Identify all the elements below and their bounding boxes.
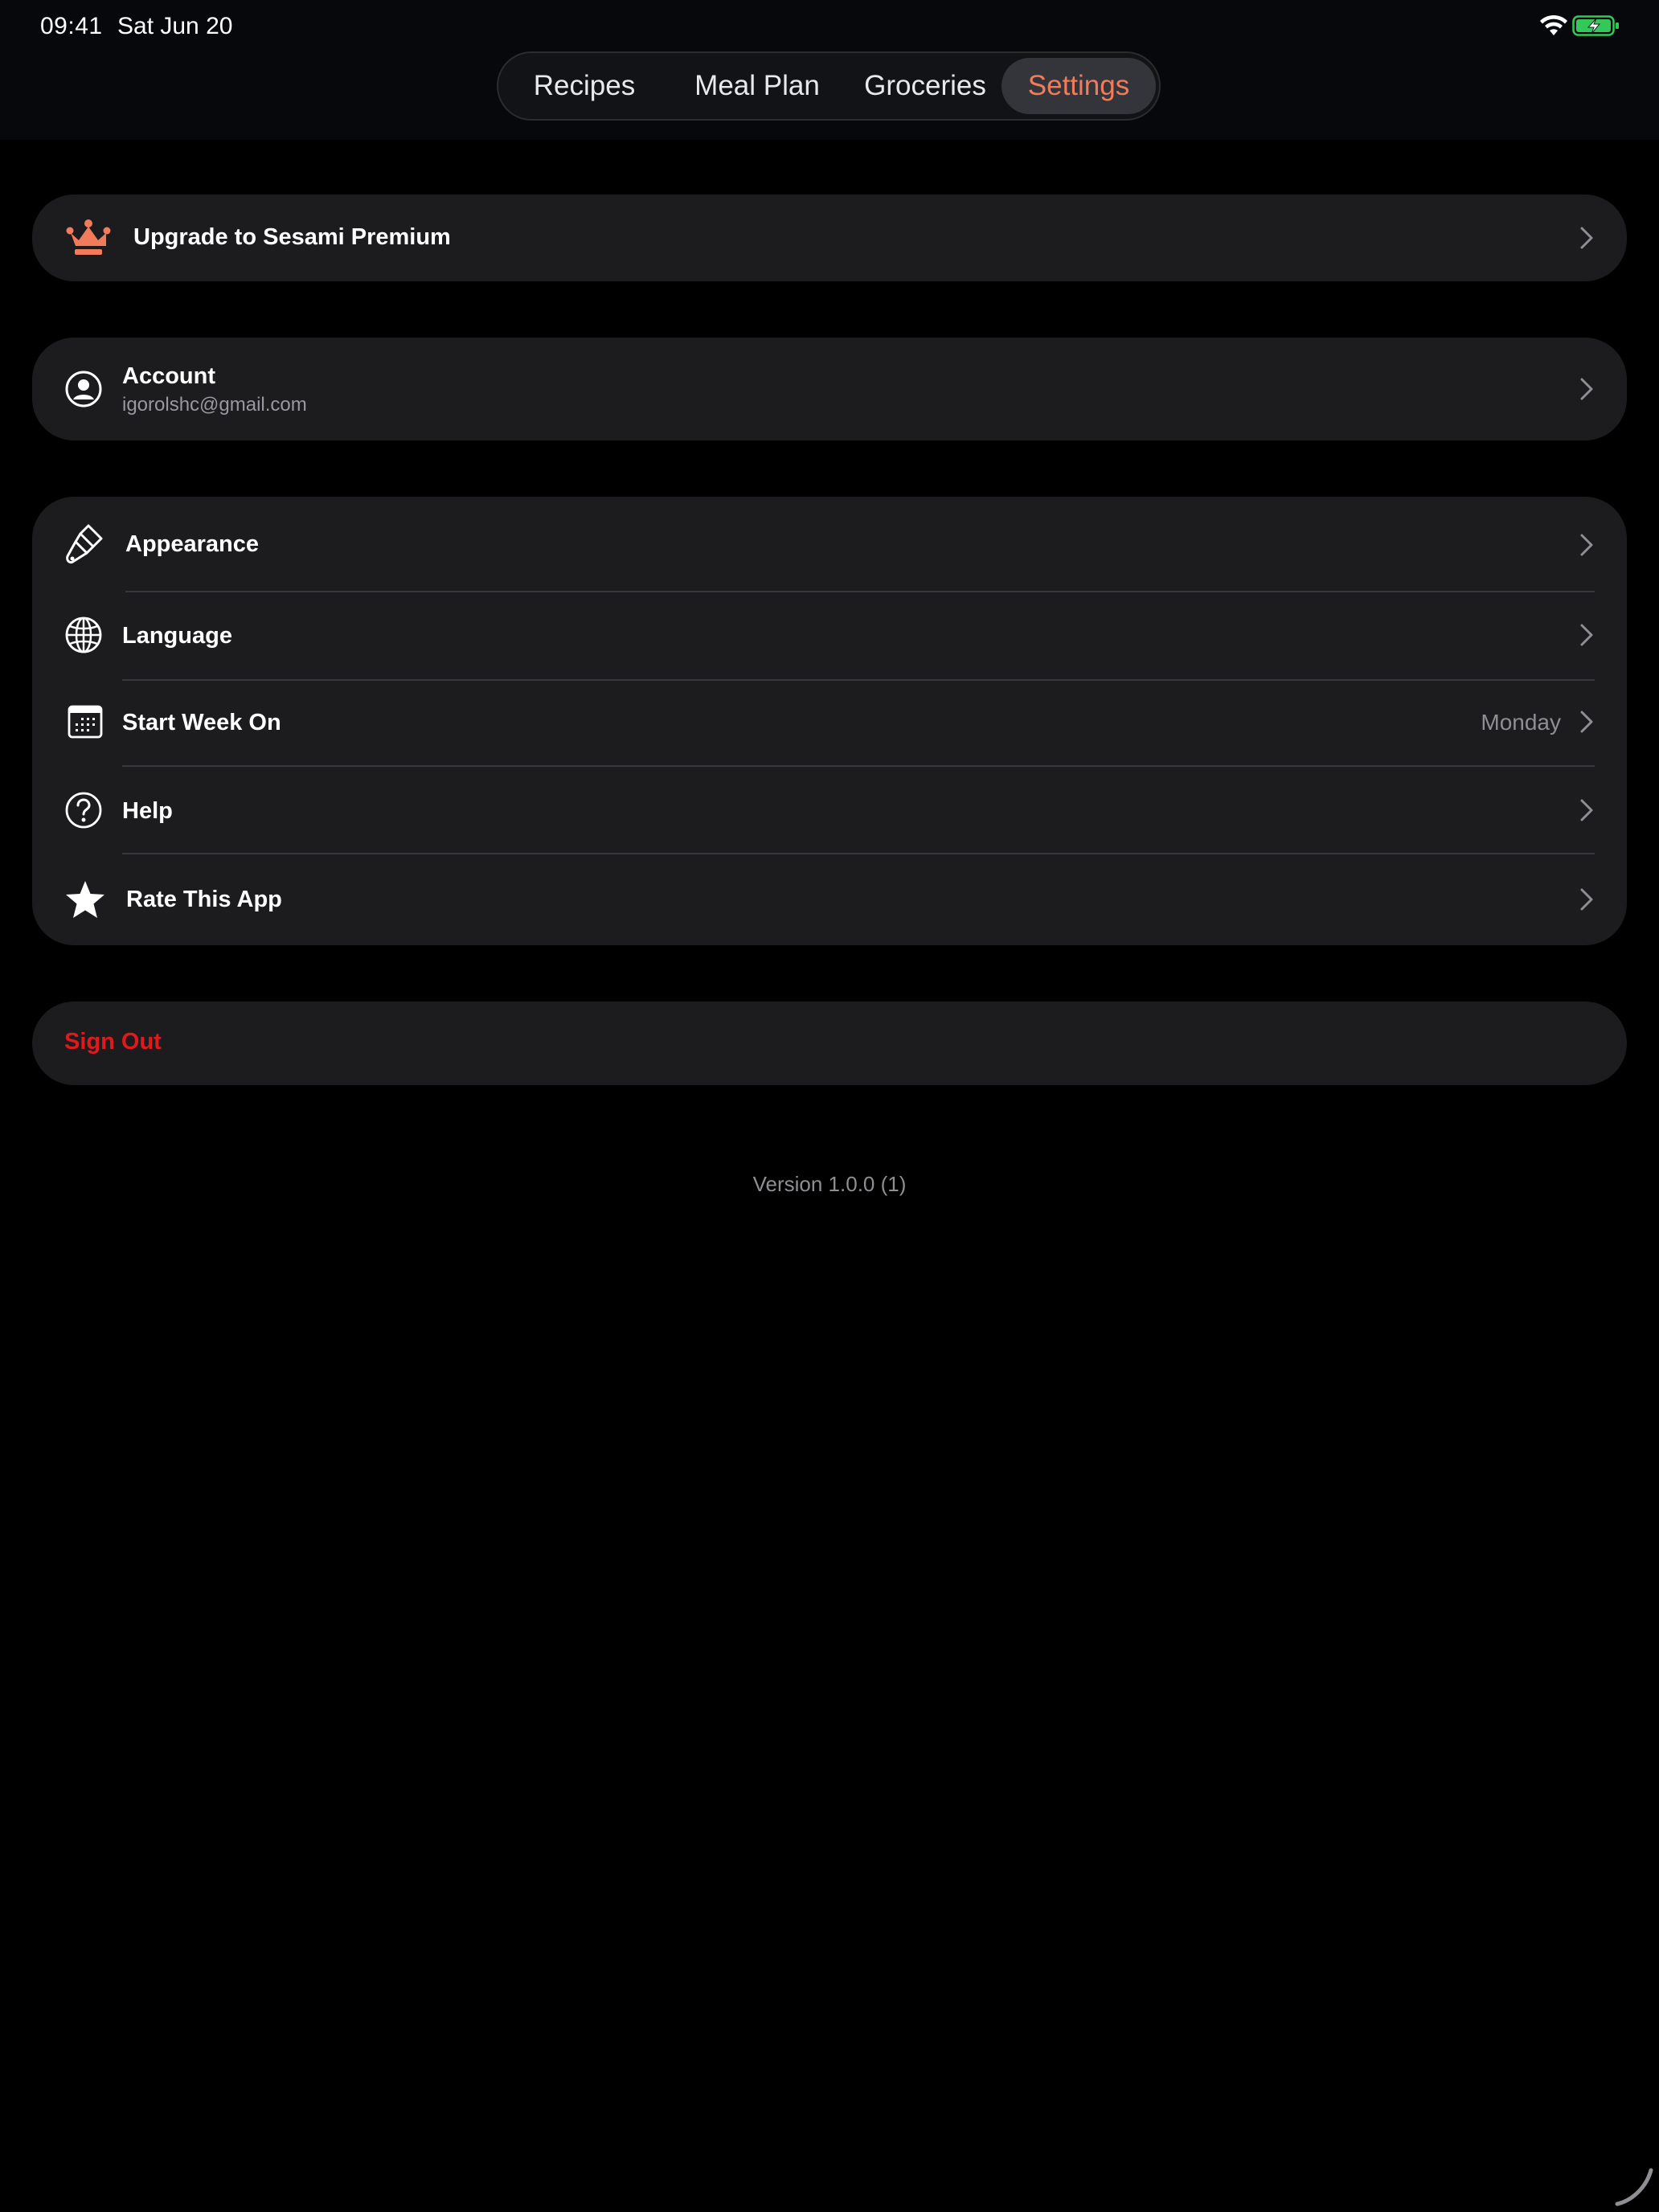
premium-card[interactable]: Upgrade to Sesami Premium — [32, 195, 1627, 281]
settings-item-rate-this-app[interactable]: Rate This App — [32, 854, 1627, 945]
tab-meal-plan[interactable]: Meal Plan — [677, 58, 838, 114]
battery-charging-icon — [1572, 15, 1619, 36]
settings-item-language[interactable]: Language — [32, 592, 1627, 678]
chevron-right-icon — [1580, 888, 1593, 911]
chevron-right-icon — [1580, 799, 1593, 821]
settings-item-appearance[interactable]: Appearance — [32, 497, 1627, 592]
settings-item-label: Language — [122, 623, 232, 649]
chevron-right-icon — [1580, 711, 1593, 733]
chevron-right-icon — [1580, 378, 1593, 400]
status-time: 09:41 — [40, 13, 103, 39]
sign-out-button[interactable]: Sign Out — [32, 1002, 1627, 1085]
top-navigation: Recipes Meal Plan Groceries Settings — [0, 51, 1659, 140]
tab-recipes[interactable]: Recipes — [516, 58, 653, 114]
account-email: igorolshc@gmail.com — [122, 394, 307, 416]
segmented-control: Recipes Meal Plan Groceries Settings — [497, 51, 1161, 121]
settings-item-label: Rate This App — [126, 887, 282, 912]
chevron-right-icon — [1580, 534, 1593, 556]
wifi-icon — [1540, 14, 1567, 35]
chevron-right-icon — [1580, 624, 1593, 646]
tab-groceries[interactable]: Groceries — [849, 58, 1002, 114]
calendar-icon — [68, 705, 103, 739]
star-icon — [66, 881, 104, 918]
settings-item-start-week-on[interactable]: Start Week On Monday — [32, 680, 1627, 765]
account-label: Account — [122, 363, 215, 389]
premium-label: Upgrade to Sesami Premium — [133, 224, 451, 250]
account-card[interactable]: Account igorolshc@gmail.com — [32, 338, 1627, 440]
question-circle-icon — [65, 792, 102, 829]
status-date: Sat Jun 20 — [117, 13, 233, 39]
settings-screen: 09:41 Sat Jun 20 Recipes Meal Plan Groce… — [0, 0, 1659, 2212]
paintbrush-icon — [66, 524, 103, 564]
person-circle-icon — [65, 371, 102, 408]
chevron-right-icon — [1580, 227, 1593, 249]
start-week-value: Monday — [1481, 710, 1561, 735]
crown-icon — [66, 219, 111, 255]
resize-handle-icon[interactable] — [1614, 2167, 1654, 2207]
status-bar: 09:41 Sat Jun 20 — [0, 0, 1659, 51]
globe-icon — [65, 616, 102, 653]
tab-settings[interactable]: Settings — [1002, 58, 1156, 114]
settings-list: Appearance Language Start Week On Monday… — [32, 497, 1627, 945]
settings-item-label: Start Week On — [122, 710, 281, 735]
settings-item-label: Help — [122, 798, 173, 824]
version-label: Version 1.0.0 (1) — [752, 1172, 907, 1196]
settings-item-help[interactable]: Help — [32, 767, 1627, 854]
sign-out-label: Sign Out — [64, 1029, 162, 1055]
settings-item-label: Appearance — [125, 531, 260, 557]
